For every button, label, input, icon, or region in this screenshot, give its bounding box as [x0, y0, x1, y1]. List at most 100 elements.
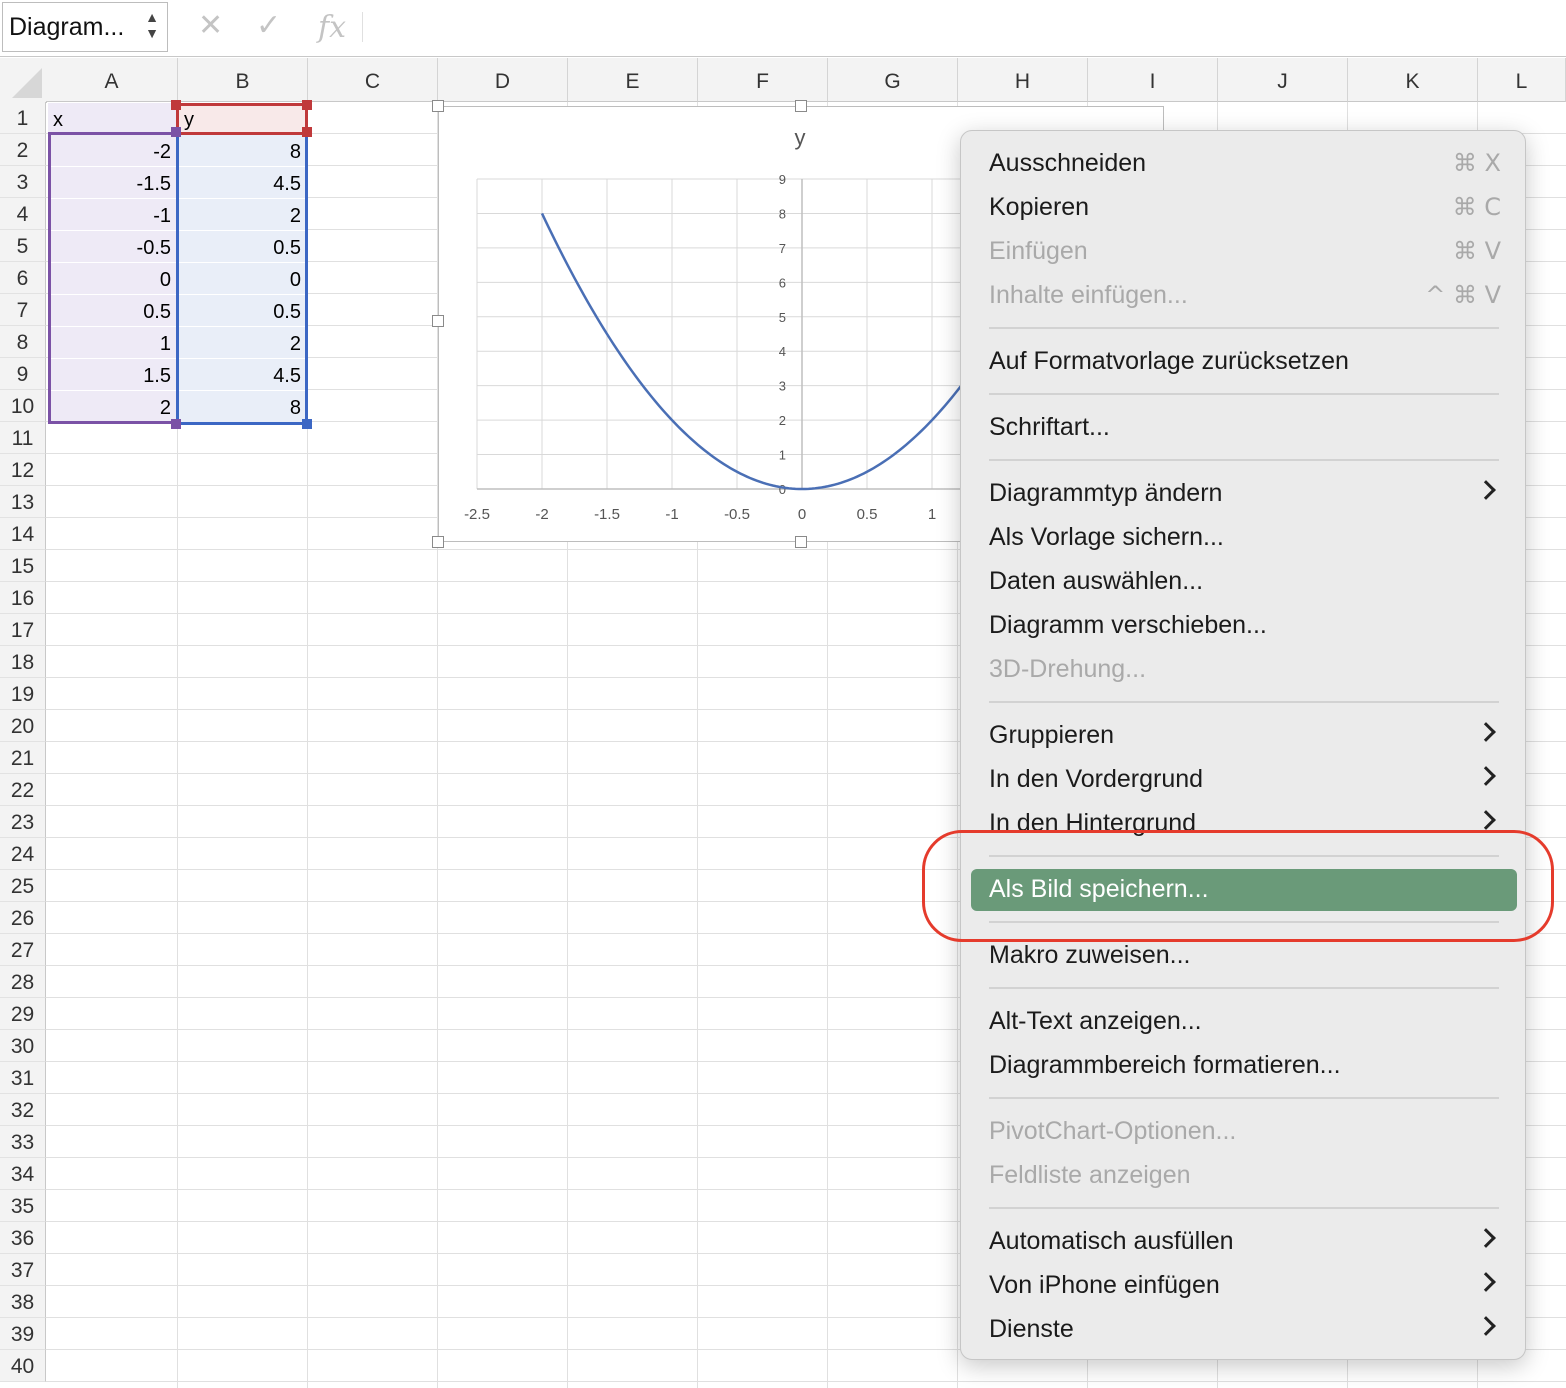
row-header-40[interactable]: 40 — [0, 1350, 46, 1382]
menu-item-auf-formatvorlage-zurücksetzen[interactable]: Auf Formatvorlage zurücksetzen — [971, 341, 1517, 383]
menu-item-kopieren[interactable]: Kopieren ⌘ C — [971, 187, 1517, 229]
chart-title: y — [795, 125, 806, 150]
menu-item-von-iphone-einfügen[interactable]: Von iPhone einfügen — [971, 1265, 1517, 1307]
menu-item-diagrammbereich-formatieren[interactable]: Diagrammbereich formatieren... — [971, 1045, 1517, 1087]
row-header-37[interactable]: 37 — [0, 1254, 46, 1286]
row-header-10[interactable]: 10 — [0, 390, 46, 422]
row-header-35[interactable]: 35 — [0, 1190, 46, 1222]
row-header-36[interactable]: 36 — [0, 1222, 46, 1254]
formula-input[interactable] — [372, 8, 1552, 48]
cell-header-x[interactable]: x — [48, 103, 176, 134]
row-header-23[interactable]: 23 — [0, 806, 46, 838]
menu-item-in-den-vordergrund[interactable]: In den Vordergrund — [971, 759, 1517, 801]
column-header-h[interactable]: H — [958, 58, 1088, 102]
row-header-5[interactable]: 5 — [0, 230, 46, 262]
select-all-corner[interactable] — [0, 58, 47, 103]
column-header-c[interactable]: C — [308, 58, 438, 102]
row-header-4[interactable]: 4 — [0, 198, 46, 230]
menu-item-alt-text-anzeigen[interactable]: Alt-Text anzeigen... — [971, 1001, 1517, 1043]
menu-item-als-bild-speichern[interactable]: Als Bild speichern... — [971, 869, 1517, 911]
menu-item-daten-auswählen[interactable]: Daten auswählen... — [971, 561, 1517, 603]
row-header-30[interactable]: 30 — [0, 1030, 46, 1062]
row-header-19[interactable]: 19 — [0, 678, 46, 710]
range-handle[interactable] — [302, 419, 312, 429]
column-header-d[interactable]: D — [438, 58, 568, 102]
chart-y-tick-label: 0 — [779, 482, 786, 497]
function-icon[interactable]: fx — [318, 10, 346, 45]
column-header-i[interactable]: I — [1088, 58, 1218, 102]
row-header-3[interactable]: 3 — [0, 166, 46, 198]
row-header-12[interactable]: 12 — [0, 454, 46, 486]
chart-resize-handle[interactable] — [432, 100, 444, 112]
formula-bar-divider — [362, 12, 363, 42]
menu-item-ausschneiden[interactable]: Ausschneiden ⌘ X — [971, 143, 1517, 185]
range-handle[interactable] — [171, 100, 181, 110]
name-box-stepper-icon[interactable]: ▲ ▼ — [143, 9, 161, 47]
row-header-6[interactable]: 6 — [0, 262, 46, 294]
column-header-k[interactable]: K — [1348, 58, 1478, 102]
range-handle[interactable] — [171, 127, 181, 137]
menu-item-diagramm-verschieben[interactable]: Diagramm verschieben... — [971, 605, 1517, 647]
chart-resize-handle[interactable] — [795, 536, 807, 548]
menu-item-dienste[interactable]: Dienste — [971, 1309, 1517, 1351]
row-header-9[interactable]: 9 — [0, 358, 46, 390]
name-box[interactable]: Diagram... ▲ ▼ — [2, 2, 168, 52]
column-header-l[interactable]: L — [1478, 58, 1566, 102]
menu-item-feldliste-anzeigen: Feldliste anzeigen — [971, 1155, 1517, 1197]
row-header-17[interactable]: 17 — [0, 614, 46, 646]
menu-shortcut: ⌘ V — [1452, 237, 1501, 265]
row-header-18[interactable]: 18 — [0, 646, 46, 678]
range-handle[interactable] — [302, 127, 312, 137]
menu-separator — [989, 855, 1499, 857]
row-header-15[interactable]: 15 — [0, 550, 46, 582]
row-header-21[interactable]: 21 — [0, 742, 46, 774]
row-header-26[interactable]: 26 — [0, 902, 46, 934]
row-header-16[interactable]: 16 — [0, 582, 46, 614]
menu-item-diagrammtyp-ändern[interactable]: Diagrammtyp ändern — [971, 473, 1517, 515]
row-header-2[interactable]: 2 — [0, 134, 46, 166]
row-header-28[interactable]: 28 — [0, 966, 46, 998]
menu-item-in-den-hintergrund[interactable]: In den Hintergrund — [971, 803, 1517, 845]
menu-item-schriftart[interactable]: Schriftart... — [971, 407, 1517, 449]
row-header-31[interactable]: 31 — [0, 1062, 46, 1094]
row-header-13[interactable]: 13 — [0, 486, 46, 518]
row-header-32[interactable]: 32 — [0, 1094, 46, 1126]
menu-item-gruppieren[interactable]: Gruppieren — [971, 715, 1517, 757]
column-header-j[interactable]: J — [1218, 58, 1348, 102]
row-header-20[interactable]: 20 — [0, 710, 46, 742]
menu-separator — [989, 1207, 1499, 1209]
row-header-33[interactable]: 33 — [0, 1126, 46, 1158]
checkmark-icon[interactable]: ✓ — [256, 8, 281, 43]
column-header-a[interactable]: A — [46, 58, 178, 102]
menu-item-label: Diagrammtyp ändern — [989, 479, 1223, 507]
x-mark-icon[interactable]: ✕ — [198, 8, 223, 43]
row-header-7[interactable]: 7 — [0, 294, 46, 326]
row-header-1[interactable]: 1 — [0, 102, 46, 134]
menu-separator — [989, 921, 1499, 923]
row-header-11[interactable]: 11 — [0, 422, 46, 454]
menu-item-als-vorlage-sichern[interactable]: Als Vorlage sichern... — [971, 517, 1517, 559]
row-header-25[interactable]: 25 — [0, 870, 46, 902]
row-header-14[interactable]: 14 — [0, 518, 46, 550]
row-header-8[interactable]: 8 — [0, 326, 46, 358]
row-header-22[interactable]: 22 — [0, 774, 46, 806]
row-header-38[interactable]: 38 — [0, 1286, 46, 1318]
row-header-29[interactable]: 29 — [0, 998, 46, 1030]
column-header-e[interactable]: E — [568, 58, 698, 102]
chart-resize-handle[interactable] — [432, 315, 444, 327]
row-header-24[interactable]: 24 — [0, 838, 46, 870]
row-header-27[interactable]: 27 — [0, 934, 46, 966]
range-handle[interactable] — [171, 419, 181, 429]
chart-resize-handle[interactable] — [795, 100, 807, 112]
chart-y-tick-label: 4 — [779, 344, 786, 359]
chart-resize-handle[interactable] — [432, 536, 444, 548]
row-header-39[interactable]: 39 — [0, 1318, 46, 1350]
menu-item-makro-zuweisen[interactable]: Makro zuweisen... — [971, 935, 1517, 977]
column-header-b[interactable]: B — [178, 58, 308, 102]
menu-item-automatisch-ausfüllen[interactable]: Automatisch ausfüllen — [971, 1221, 1517, 1263]
column-header-g[interactable]: G — [828, 58, 958, 102]
chevron-right-icon — [1476, 1228, 1496, 1248]
range-handle[interactable] — [302, 100, 312, 110]
row-header-34[interactable]: 34 — [0, 1158, 46, 1190]
column-header-f[interactable]: F — [698, 58, 828, 102]
